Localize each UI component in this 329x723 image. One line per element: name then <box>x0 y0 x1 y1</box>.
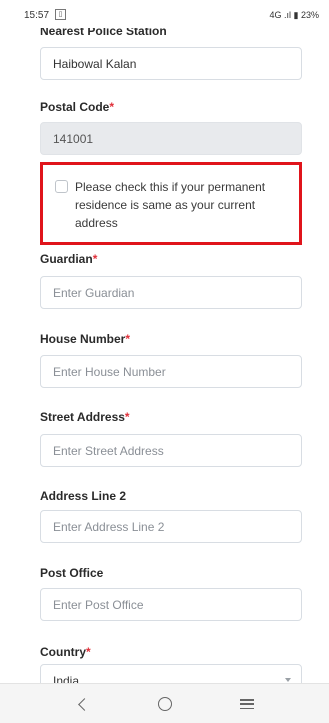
street-address-placeholder: Enter Street Address <box>53 443 164 458</box>
sim-icon: ▯ <box>55 9 66 20</box>
police-station-field[interactable]: Haibowal Kalan <box>40 47 302 80</box>
country-select[interactable]: India <box>40 664 302 684</box>
required-mark: * <box>125 332 131 346</box>
status-indicators: 4G .ıl ▮ 23% <box>269 10 319 20</box>
status-time: 15:57 <box>24 10 50 21</box>
police-station-value: Haibowal Kalan <box>53 56 137 71</box>
country-label: Country* <box>40 645 91 659</box>
chevron-down-icon <box>285 678 291 682</box>
required-mark: * <box>92 252 98 266</box>
required-mark: * <box>109 100 115 114</box>
address-line2-input[interactable]: Enter Address Line 2 <box>40 510 302 543</box>
system-nav-bar <box>0 683 329 723</box>
postal-code-label: Postal Code* <box>40 100 115 114</box>
street-address-label: Street Address* <box>40 410 130 424</box>
post-office-placeholder: Enter Post Office <box>53 597 144 612</box>
post-office-input[interactable]: Enter Post Office <box>40 588 302 621</box>
back-button[interactable] <box>62 692 102 716</box>
back-icon <box>77 697 91 711</box>
street-address-input[interactable]: Enter Street Address <box>40 434 302 467</box>
house-number-label: House Number* <box>40 332 131 346</box>
required-mark: * <box>124 410 130 424</box>
phone-screen: Nearest Police Station Haibowal Kalan Po… <box>0 0 329 723</box>
home-button[interactable] <box>145 692 185 716</box>
same-address-checkbox[interactable] <box>55 180 68 193</box>
form-content: Nearest Police Station Haibowal Kalan Po… <box>0 0 329 684</box>
guardian-placeholder: Enter Guardian <box>53 285 135 300</box>
guardian-label: Guardian* <box>40 252 98 266</box>
address-line2-label: Address Line 2 <box>40 489 127 503</box>
menu-icon <box>240 699 254 709</box>
home-icon <box>158 697 172 711</box>
postal-code-value: 141001 <box>53 131 94 146</box>
postal-code-field: 141001 <box>40 122 302 155</box>
address-line2-placeholder: Enter Address Line 2 <box>53 519 165 534</box>
house-number-placeholder: Enter House Number <box>53 364 166 379</box>
menu-button[interactable] <box>227 692 267 716</box>
guardian-input[interactable]: Enter Guardian <box>40 276 302 309</box>
same-address-label[interactable]: Please check this if your permanent resi… <box>75 178 287 232</box>
required-mark: * <box>86 645 91 659</box>
house-number-input[interactable]: Enter House Number <box>40 355 302 388</box>
status-bar: 15:57 ▯ 4G .ıl ▮ 23% <box>0 0 329 28</box>
post-office-label: Post Office <box>40 566 104 580</box>
